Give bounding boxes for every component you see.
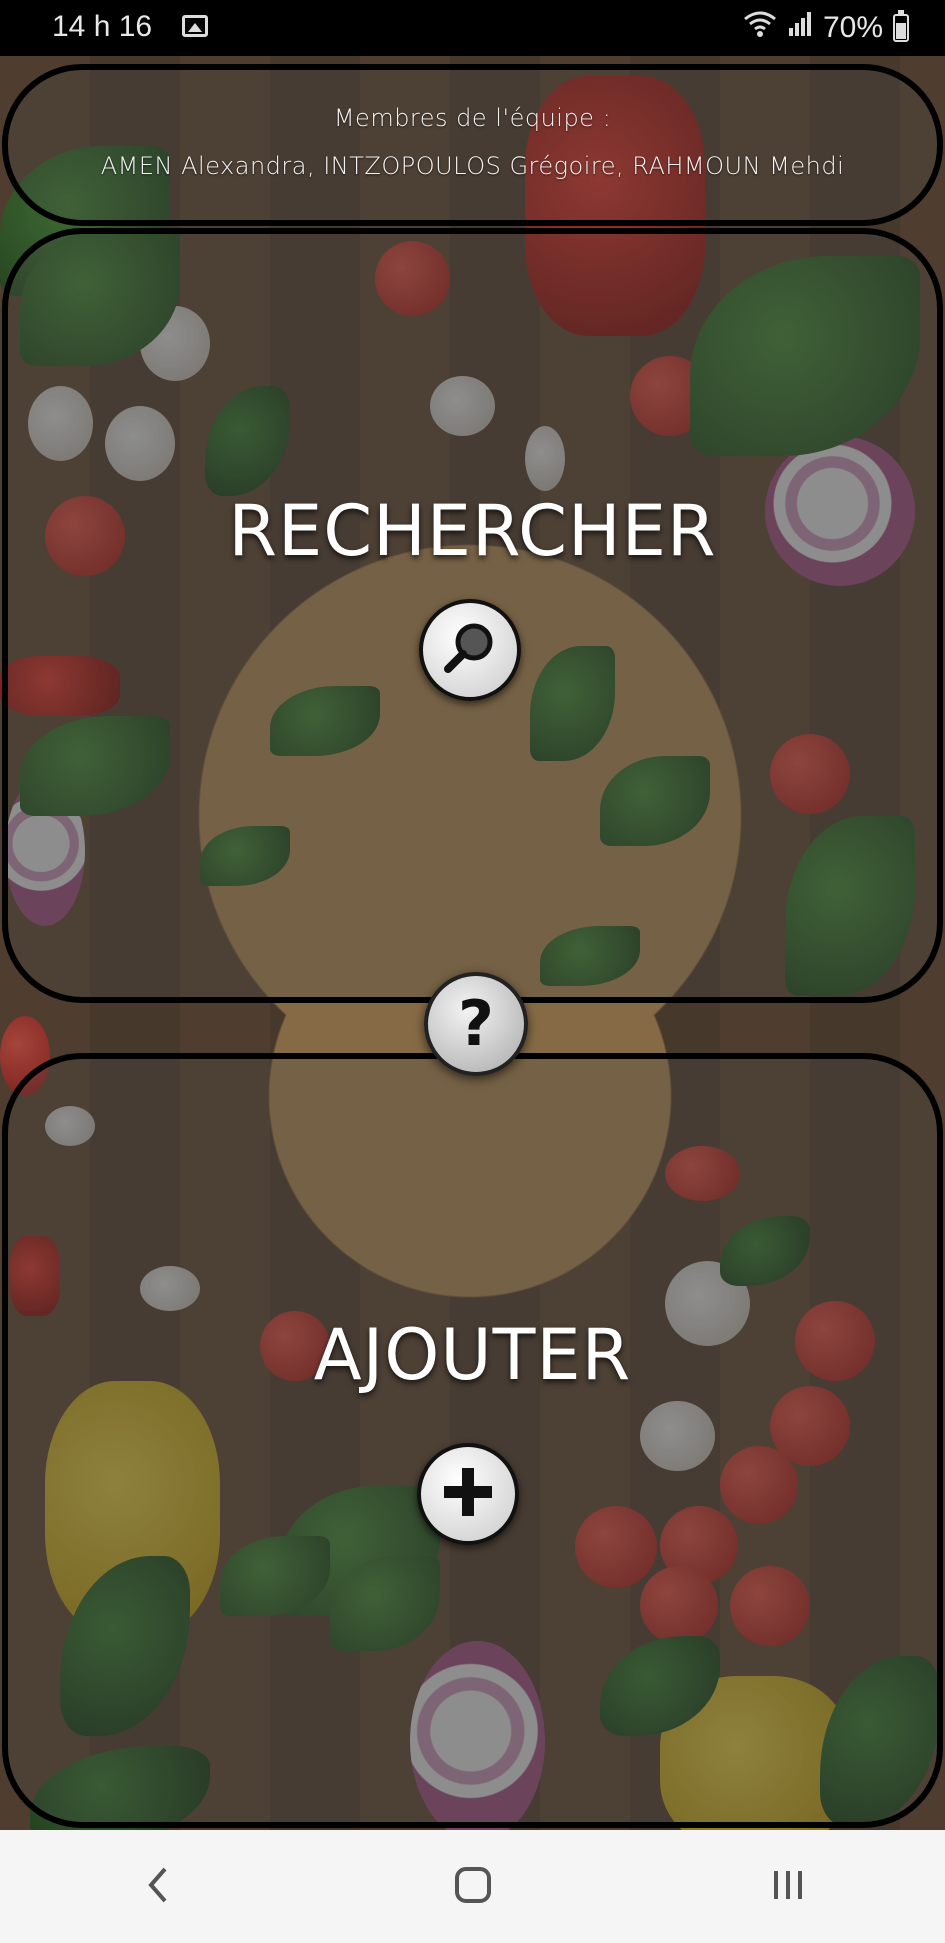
team-members-names: AMEN Alexandra, INTZOPOULOS Grégoire, RA… [100, 152, 845, 180]
status-right-group: 70% [743, 10, 909, 46]
magnifier-icon [437, 615, 503, 685]
home-button[interactable] [413, 1847, 533, 1927]
image-icon [182, 15, 208, 37]
status-time: 14 h 16 [52, 10, 153, 43]
home-icon [453, 1865, 493, 1909]
add-button[interactable] [417, 1443, 519, 1545]
help-button[interactable]: ? [424, 972, 528, 1076]
team-members-panel: Membres de l'équipe : AMEN Alexandra, IN… [2, 64, 943, 226]
search-panel[interactable]: RECHERCHER [2, 228, 943, 1003]
back-icon [143, 1865, 173, 1909]
navigation-bar [0, 1830, 945, 1943]
wifi-icon [743, 10, 777, 46]
search-label: RECHERCHER [228, 490, 717, 572]
add-panel[interactable]: AJOUTER [2, 1053, 943, 1828]
back-button[interactable] [98, 1847, 218, 1927]
add-label: AJOUTER [313, 1314, 632, 1396]
question-mark-icon: ? [458, 987, 494, 1060]
recents-icon [768, 1865, 808, 1909]
search-button[interactable] [419, 599, 521, 701]
status-bar: 14 h 16 70% [0, 0, 945, 56]
battery-percent: 70% [822, 11, 883, 44]
team-title: Membres de l'équipe : [333, 104, 612, 132]
plus-icon [438, 1462, 498, 1526]
signal-icon [787, 10, 813, 46]
battery-icon [893, 10, 909, 42]
recents-button[interactable] [728, 1847, 848, 1927]
